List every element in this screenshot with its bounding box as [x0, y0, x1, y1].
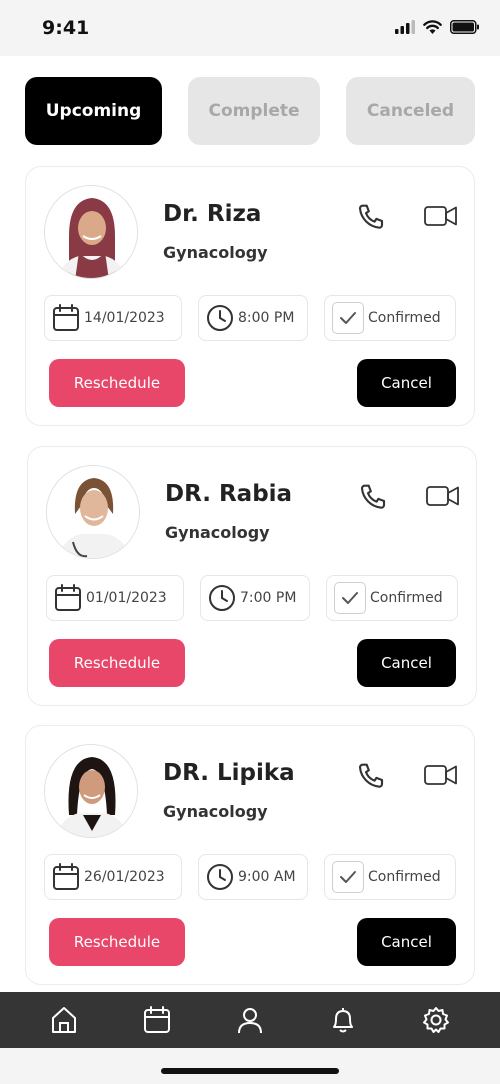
bell-icon: [332, 1008, 353, 1033]
date-chip: 14/01/2023: [44, 295, 182, 341]
time-chip: 8:00 PM: [198, 295, 308, 341]
doctor-name: DR. Rabia: [165, 481, 293, 507]
battery-icon: [450, 20, 479, 34]
reschedule-button[interactable]: Reschedule: [49, 918, 185, 966]
tab-complete[interactable]: Complete: [188, 77, 320, 145]
home-indicator[interactable]: [161, 1068, 339, 1074]
time-chip: 9:00 AM: [198, 854, 308, 900]
appointment-card: DR. Rabia Gynacology 01/01/2023 7:00 PM: [27, 446, 477, 706]
wifi-icon: [423, 20, 442, 34]
nav-notifications[interactable]: [323, 1000, 363, 1040]
clock-icon: [209, 585, 235, 611]
calendar-icon: [53, 304, 79, 331]
appointment-tabs: Upcoming Complete Canceled: [25, 77, 475, 145]
appointment-card: Dr. Riza Gynacology 14/01/2023 8:00 PM C…: [25, 166, 475, 426]
doctor-specialty: Gynacology: [163, 243, 268, 262]
appointment-card: DR. Lipika Gynacology 26/01/2023 9:00 AM: [25, 725, 475, 985]
reschedule-button[interactable]: Reschedule: [49, 359, 185, 407]
doctor-avatar: [44, 744, 138, 838]
settings-icon: [422, 1007, 449, 1033]
calendar-icon: [144, 1006, 171, 1033]
date-chip: 26/01/2023: [44, 854, 182, 900]
phone-icon[interactable]: [356, 760, 388, 792]
tab-canceled[interactable]: Canceled: [346, 77, 475, 145]
appointment-date: 01/01/2023: [86, 590, 167, 606]
signal-icon: [395, 20, 415, 34]
clock-icon: [207, 864, 233, 890]
status-time: 9:41: [42, 17, 90, 39]
nav-home[interactable]: [44, 1000, 84, 1040]
calendar-icon: [53, 863, 79, 890]
date-chip: 01/01/2023: [46, 575, 184, 621]
status-chip: Confirmed: [324, 854, 456, 900]
clock-icon: [207, 305, 233, 331]
doctor-name: Dr. Riza: [163, 201, 262, 227]
video-call-icon[interactable]: [426, 483, 460, 509]
video-call-icon[interactable]: [424, 203, 458, 229]
appointment-status: Confirmed: [368, 310, 441, 326]
appointments-screen: Upcoming Complete Canceled Dr. Riza Gyna…: [0, 56, 500, 992]
video-call-icon[interactable]: [424, 762, 458, 788]
appointment-date: 26/01/2023: [84, 869, 165, 885]
doctor-specialty: Gynacology: [163, 802, 268, 821]
doctor-name: DR. Lipika: [163, 760, 295, 786]
tab-upcoming[interactable]: Upcoming: [25, 77, 162, 145]
status-chip: Confirmed: [326, 575, 458, 621]
nav-calendar[interactable]: [137, 1000, 177, 1040]
appointment-date: 14/01/2023: [84, 310, 165, 326]
time-chip: 7:00 PM: [200, 575, 310, 621]
check-icon: [334, 582, 366, 614]
calendar-icon: [55, 584, 81, 611]
cancel-button[interactable]: Cancel: [357, 918, 456, 966]
home-icon: [52, 1007, 77, 1033]
phone-icon[interactable]: [358, 481, 390, 513]
status-bar: 9:41: [0, 0, 500, 56]
phone-icon[interactable]: [356, 201, 388, 233]
home-area: [0, 1048, 500, 1084]
cancel-button[interactable]: Cancel: [357, 639, 456, 687]
nav-settings[interactable]: [416, 1000, 456, 1040]
doctor-avatar: [46, 465, 140, 559]
check-icon: [332, 861, 364, 893]
appointment-status: Confirmed: [368, 869, 441, 885]
appointment-time: 7:00 PM: [240, 590, 297, 606]
bottom-nav: [0, 992, 500, 1048]
appointment-time: 9:00 AM: [238, 869, 296, 885]
profile-icon: [237, 1008, 262, 1034]
nav-profile[interactable]: [230, 1000, 270, 1040]
appointment-status: Confirmed: [370, 590, 443, 606]
cancel-button[interactable]: Cancel: [357, 359, 456, 407]
appointment-time: 8:00 PM: [238, 310, 295, 326]
check-icon: [332, 302, 364, 334]
reschedule-button[interactable]: Reschedule: [49, 639, 185, 687]
doctor-specialty: Gynacology: [165, 523, 270, 542]
status-chip: Confirmed: [324, 295, 456, 341]
doctor-avatar: [44, 185, 138, 279]
status-icons: [395, 20, 480, 34]
